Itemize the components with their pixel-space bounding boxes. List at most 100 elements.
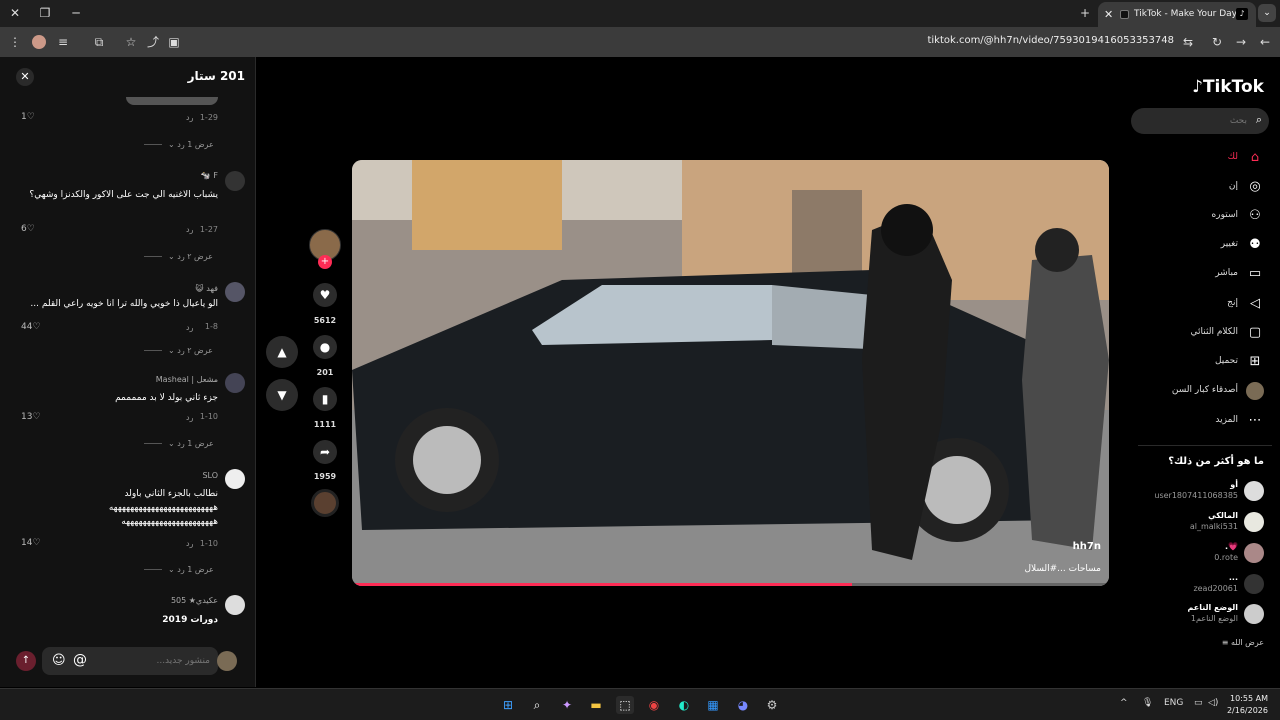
view-replies-button[interactable]: عرض 1 رد ⌄: [144, 565, 214, 574]
comment-icon[interactable]: ●: [313, 335, 337, 359]
avatar[interactable]: [217, 651, 237, 671]
reload-icon[interactable]: ↻: [1208, 33, 1226, 51]
sidebar-item-upload[interactable]: تحميل ⊞: [1130, 351, 1280, 373]
menu-dots-icon[interactable]: ⋮: [6, 33, 24, 51]
mention-icon[interactable]: @: [73, 652, 87, 668]
account-id: الوضع الناعم1: [1190, 614, 1238, 623]
following-account[interactable]: ... zead20061: [1130, 570, 1280, 598]
edge-icon[interactable]: ◐: [675, 696, 693, 714]
avatar[interactable]: [225, 171, 245, 191]
reply-button[interactable]: رد: [186, 225, 193, 234]
volume-icon[interactable]: ◁): [1208, 698, 1218, 708]
progress-track[interactable]: [352, 583, 1109, 586]
reading-list-icon[interactable]: ≡: [54, 33, 72, 51]
discord-icon[interactable]: ◕: [734, 696, 752, 714]
new-tab-icon[interactable]: +: [1075, 4, 1095, 22]
extensions-icon[interactable]: ⧉: [90, 33, 108, 51]
view-replies-button[interactable]: عرض ٢ رد ⌄: [144, 252, 213, 261]
comment-author[interactable]: SLO: [202, 471, 218, 480]
url-text[interactable]: tiktok.com/@hh7n/video/75930194160533537…: [927, 35, 1174, 46]
store-icon[interactable]: ⬚: [616, 696, 634, 714]
comment-author[interactable]: F 🐄: [201, 171, 218, 180]
like-count[interactable]: 6♡: [21, 224, 35, 234]
share-icon[interactable]: ⤴: [144, 33, 162, 51]
avatar[interactable]: [225, 595, 245, 615]
sidebar-item-profile[interactable]: أصدقاء كبار السن: [1130, 380, 1280, 402]
comment-author[interactable]: مشعل | Masheal: [156, 375, 218, 384]
comment-input[interactable]: [100, 653, 210, 669]
tray-chevron-icon[interactable]: ^: [1120, 698, 1128, 708]
comment-author[interactable]: فهد 😺: [195, 284, 218, 293]
search-icon[interactable]: ⌕: [528, 696, 546, 714]
following-account[interactable]: المالكي al_malki531: [1130, 508, 1280, 536]
reply-button[interactable]: رد: [186, 413, 193, 422]
split-view-icon[interactable]: ▣: [165, 33, 183, 51]
following-account[interactable]: الوضع الناعم الوضع الناعم1: [1130, 600, 1280, 628]
close-icon[interactable]: ✕: [16, 68, 34, 86]
video-player[interactable]: hh7n مساحات ...#السلال: [352, 160, 1109, 586]
emoji-icon[interactable]: ☺: [52, 653, 66, 669]
tab-tiktok[interactable]: ✕ TikTok - Make Your Day ♪: [1098, 2, 1256, 27]
view-replies-button[interactable]: عرض 1 رد ⌄: [144, 439, 214, 448]
tab-search-icon[interactable]: ⌄: [1258, 4, 1276, 22]
app-icon[interactable]: ▦: [704, 696, 722, 714]
copilot-icon[interactable]: ✦: [558, 696, 576, 714]
sidebar-item-more[interactable]: المزيد ⋯: [1130, 410, 1280, 432]
site-settings-icon[interactable]: ⇆: [1179, 33, 1197, 51]
sidebar-item-label: تغيير: [1220, 239, 1238, 249]
sidebar-item-foryou[interactable]: لك ⌂: [1130, 147, 1280, 169]
bookmark-star-icon[interactable]: ☆: [122, 33, 140, 51]
language-indicator[interactable]: ENG: [1164, 698, 1183, 708]
sidebar-item-following[interactable]: استوره ⚇: [1130, 205, 1280, 227]
reply-button[interactable]: رد: [186, 323, 193, 332]
like-heart-icon[interactable]: ♥: [313, 283, 337, 307]
sidebar-item-explore[interactable]: إن ◎: [1130, 176, 1280, 198]
send-icon[interactable]: ↑: [16, 651, 36, 671]
music-disc-icon[interactable]: [311, 489, 339, 517]
system-clock[interactable]: 10:55 AM 2/16/2026: [1227, 693, 1268, 717]
file-explorer-icon[interactable]: ▬: [587, 696, 605, 714]
reply-button[interactable]: رد: [186, 113, 193, 122]
sidebar-item-live[interactable]: مباشر ▭: [1130, 263, 1280, 285]
windows-start-icon[interactable]: ⊞: [499, 696, 517, 714]
following-account[interactable]: أو user1807411068385: [1130, 477, 1280, 505]
avatar[interactable]: [225, 373, 245, 393]
profile-avatar[interactable]: [32, 35, 46, 49]
previous-video-button[interactable]: ▲: [266, 336, 298, 368]
following-account[interactable]: 💗. 0.rote: [1130, 539, 1280, 567]
back-icon[interactable]: ←: [1256, 33, 1274, 51]
follow-plus-icon[interactable]: +: [318, 255, 332, 269]
video-username[interactable]: hh7n: [1073, 541, 1101, 552]
see-more-link[interactable]: عرض الله ≡: [1222, 638, 1264, 647]
like-count[interactable]: 1♡: [21, 112, 35, 122]
sidebar-item-messages[interactable]: إنج ◁: [1130, 293, 1280, 315]
close-window-icon[interactable]: ✕: [5, 4, 25, 22]
avatar[interactable]: [225, 282, 245, 302]
reply-button[interactable]: رد: [186, 539, 193, 548]
like-count[interactable]: 14♡: [21, 538, 41, 548]
forward-icon[interactable]: →: [1232, 33, 1250, 51]
share-icon[interactable]: ➦: [313, 440, 337, 464]
restore-window-icon[interactable]: ❐: [35, 4, 55, 22]
like-count[interactable]: 44♡: [21, 322, 41, 332]
clock-date: 2/16/2026: [1226, 706, 1268, 715]
network-icon[interactable]: ▭: [1194, 698, 1203, 708]
tab-close-icon[interactable]: ✕: [1104, 2, 1113, 27]
view-replies-button[interactable]: عرض ٢ رد ⌄: [144, 346, 213, 355]
avatar[interactable]: [225, 469, 245, 489]
tiktok-logo[interactable]: ♪TikTok: [1192, 77, 1264, 97]
search-icon[interactable]: ⌕: [1256, 113, 1262, 127]
comments-panel: ✕ 201 ستار 1-29 رد 1♡ عرض 1 رد ⌄ F 🐄 يشب…: [0, 57, 256, 687]
search-input[interactable]: [1141, 113, 1247, 129]
next-video-button[interactable]: ▼: [266, 379, 298, 411]
microphone-icon[interactable]: 🎙: [1142, 698, 1153, 708]
like-count[interactable]: 13♡: [21, 412, 41, 422]
comment-author[interactable]: عكيدي★ 505: [171, 596, 218, 605]
bookmark-icon[interactable]: ▮: [313, 387, 337, 411]
settings-icon[interactable]: ⚙: [763, 696, 781, 714]
chrome-icon[interactable]: ◉: [645, 696, 663, 714]
minimize-window-icon[interactable]: ─: [66, 4, 86, 22]
sidebar-item-activity[interactable]: الكلام الثنائي ▢: [1130, 322, 1280, 344]
sidebar-item-friends[interactable]: تغيير ⚉: [1130, 234, 1280, 256]
view-replies-button[interactable]: عرض 1 رد ⌄: [144, 140, 214, 149]
